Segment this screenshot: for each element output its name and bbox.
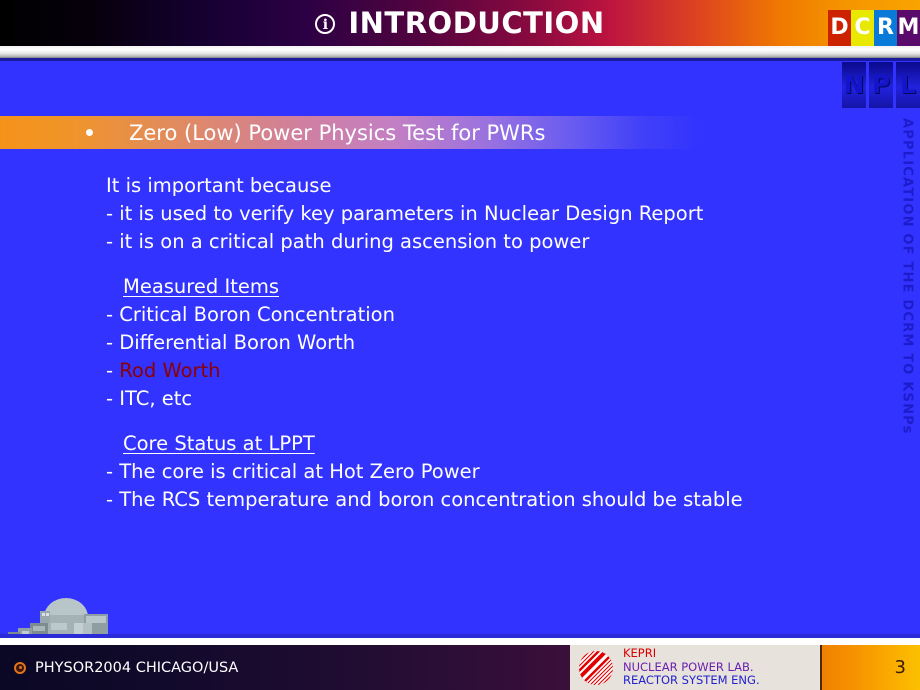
bullet-heading-text: Zero (Low) Power Physics Test for PWRs (129, 120, 546, 145)
section-side-label: APPLICATION OF THE DCRM TO KSNPs (896, 118, 918, 478)
bullet-dot-icon (86, 129, 93, 136)
npl-cell-n: N (842, 62, 866, 108)
page-title: INTRODUCTION (348, 6, 605, 40)
dcrm-logo: D C R M (828, 10, 920, 46)
dcrm-cell-d: D (828, 10, 851, 46)
kepri-line-3: REACTOR SYSTEM ENG. (623, 673, 760, 688)
footer-conference-group: PHYSOR2004 CHICAGO/USA (14, 645, 238, 690)
body-list-item: - it is on a critical path during ascens… (106, 230, 590, 253)
npl-cell-p: P (869, 62, 893, 108)
physor-target-icon (14, 661, 26, 674)
kepri-line-1: KEPRI (623, 646, 657, 661)
section-side-label-text: APPLICATION OF THE DCRM TO KSNPs (899, 118, 915, 435)
body-list-item-text-accent: Rod Worth (119, 359, 221, 382)
body-section-heading: Core Status at LPPT (106, 430, 896, 458)
kepri-text-lines: KEPRI NUCLEAR POWER LAB. REACTOR SYSTEM … (623, 647, 760, 688)
kepri-logo-box: KEPRI NUCLEAR POWER LAB. REACTOR SYSTEM … (570, 645, 822, 690)
body-section-heading-text: Measured Items (123, 275, 279, 298)
presentation-slide: i INTRODUCTION D C R M N P L APPLICATION… (0, 0, 920, 690)
body-section-heading: Measured Items (106, 273, 896, 301)
header-separator-bar (0, 46, 920, 58)
kepri-line-2: NUCLEAR POWER LAB. (623, 659, 754, 674)
kepri-logo-icon (579, 650, 613, 685)
dcrm-cell-r: R (874, 10, 897, 46)
body-list-item: - Critical Boron Concentration (106, 303, 395, 326)
header-title-group: i INTRODUCTION (0, 0, 920, 46)
body-list-item: - The core is critical at Hot Zero Power (106, 460, 480, 483)
bullet-heading-row: Zero (Low) Power Physics Test for PWRs (0, 116, 920, 149)
body-list-item: - Differential Boron Worth (106, 331, 356, 354)
list-dash: - (106, 359, 120, 382)
body-section-heading-text: Core Status at LPPT (123, 432, 315, 455)
footer-conference-label: PHYSOR2004 CHICAGO/USA (35, 659, 239, 676)
body-list-item: - ITC, etc (106, 387, 193, 410)
body-text-line: It is important because (106, 174, 332, 197)
body-list-item: - The RCS temperature and boron concentr… (106, 488, 743, 511)
footer-white-strip (0, 638, 920, 645)
info-circle-icon: i (315, 14, 336, 34)
header-separator-line (0, 58, 920, 61)
npl-cell-l: L (896, 62, 920, 108)
page-number: 3 (894, 657, 906, 678)
npl-logo: N P L (842, 62, 920, 108)
slide-body: It is important because - it is used to v… (106, 172, 896, 514)
body-list-item: - it is used to verify key parameters in… (106, 202, 704, 225)
body-list-item: - Rod Worth (106, 357, 896, 385)
dcrm-cell-c: C (851, 10, 874, 46)
dcrm-cell-m: M (897, 10, 920, 46)
page-number-box: 3 (822, 645, 920, 690)
